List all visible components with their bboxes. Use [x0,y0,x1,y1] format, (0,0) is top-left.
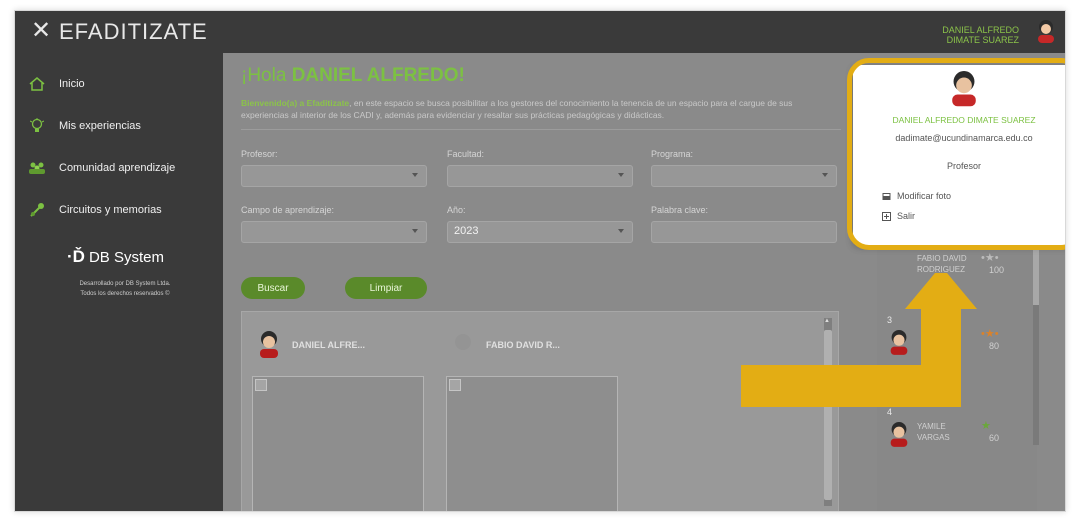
arrow-shape [741,273,977,407]
popover-highlight-frame [847,58,1065,250]
app-window: ✕ EFADITIZATE DANIEL ALFREDO DIMATE SUAR… [14,10,1066,512]
